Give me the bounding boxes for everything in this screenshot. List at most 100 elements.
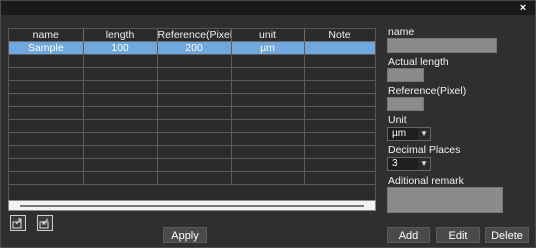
table-cell (157, 132, 232, 146)
table-cell (83, 145, 158, 159)
export-button[interactable] (10, 215, 26, 231)
table-row[interactable] (9, 80, 375, 94)
table-cell (83, 132, 158, 146)
table-row[interactable] (9, 119, 375, 133)
name-input[interactable] (387, 38, 497, 53)
table-cell (9, 106, 84, 120)
table-cell (231, 80, 305, 94)
table-cell (304, 145, 375, 159)
table-cell (157, 171, 232, 185)
table-cell (231, 158, 305, 172)
cell-reference: 200 (157, 41, 232, 55)
add-button[interactable]: Add (387, 227, 430, 243)
table-cell (157, 93, 232, 107)
actual-length-label: Actual length (388, 56, 449, 68)
table-cell (304, 132, 375, 146)
unit-select[interactable]: µm ▼ (387, 127, 431, 141)
table-cell (231, 93, 305, 107)
table-cell (231, 119, 305, 133)
table-cell (9, 158, 84, 172)
table-cell (304, 158, 375, 172)
cell-note (304, 41, 375, 55)
import-button[interactable] (37, 215, 53, 231)
table-cell (157, 67, 232, 81)
table-cell (231, 145, 305, 159)
chevron-down-icon[interactable]: ▼ (418, 128, 430, 140)
table-cell (231, 54, 305, 68)
table-row[interactable] (9, 106, 375, 120)
table-row[interactable] (9, 158, 375, 172)
table-cell (231, 106, 305, 120)
table-cell (83, 54, 158, 68)
additional-remark-label: Aditional remark (388, 175, 464, 187)
table-cell (9, 54, 84, 68)
table-cell (157, 80, 232, 94)
close-icon[interactable]: × (517, 1, 529, 15)
table-cell (304, 119, 375, 133)
edit-button[interactable]: Edit (436, 227, 480, 243)
table-cell (231, 171, 305, 185)
table-cell (9, 145, 84, 159)
table-cell (83, 80, 158, 94)
reference-pixel-input[interactable] (387, 97, 424, 111)
table-row[interactable] (9, 67, 375, 81)
table-cell (9, 132, 84, 146)
column-header-reference[interactable]: Reference(Pixel) (157, 29, 232, 42)
table-row[interactable] (9, 171, 375, 185)
delete-button[interactable]: Delete (485, 227, 529, 243)
chevron-down-icon[interactable]: ▼ (418, 158, 430, 170)
table-row[interactable] (9, 145, 375, 159)
table-cell (304, 80, 375, 94)
table-cell (231, 67, 305, 81)
table-row[interactable] (9, 93, 375, 107)
table-cell (83, 67, 158, 81)
table-cell (304, 106, 375, 120)
table-cell (83, 171, 158, 185)
table-cell (9, 171, 84, 185)
table-row[interactable]: Sample 100 200 µm (9, 41, 375, 55)
table-cell (157, 158, 232, 172)
table-cell (83, 158, 158, 172)
table-cell (304, 54, 375, 68)
table-cell (157, 106, 232, 120)
calibration-table[interactable]: name length Reference(Pixel) unit Note S… (8, 28, 376, 202)
table-cell (304, 67, 375, 81)
column-header-name[interactable]: name (9, 29, 84, 42)
cell-unit: µm (231, 41, 305, 55)
table-cell (157, 54, 232, 68)
table-row[interactable] (9, 132, 375, 146)
scrollbar-thumb[interactable] (20, 205, 364, 207)
table-header-row: name length Reference(Pixel) unit Note (9, 29, 375, 42)
table-cell (9, 93, 84, 107)
table-cell (9, 67, 84, 81)
table-cell (9, 80, 84, 94)
actual-length-input[interactable] (387, 68, 424, 82)
table-cell (157, 145, 232, 159)
column-header-note[interactable]: Note (304, 29, 375, 42)
table-cell (83, 93, 158, 107)
unit-label: Unit (388, 114, 407, 126)
calibration-window: × name length Reference(Pixel) unit Note… (0, 0, 536, 248)
decimal-places-value: 3 (392, 158, 398, 169)
column-header-length[interactable]: length (83, 29, 158, 42)
table-cell (304, 171, 375, 185)
table-cell (9, 119, 84, 133)
reference-pixel-label: Reference(Pixel) (388, 85, 467, 97)
name-label: name (388, 26, 415, 38)
cell-name: Sample (9, 41, 84, 55)
table-cell (157, 119, 232, 133)
apply-button[interactable]: Apply (163, 227, 207, 243)
table-cell (304, 93, 375, 107)
column-header-unit[interactable]: unit (231, 29, 305, 42)
table-cell (83, 106, 158, 120)
horizontal-scrollbar[interactable] (8, 200, 376, 211)
cell-length: 100 (83, 41, 158, 55)
table-row[interactable] (9, 54, 375, 68)
title-bar: × (1, 1, 535, 15)
decimal-places-select[interactable]: 3 ▼ (387, 157, 431, 171)
table-cell (83, 119, 158, 133)
decimal-places-label: Decimal Places (388, 144, 461, 156)
table-cell (231, 132, 305, 146)
additional-remark-input[interactable] (387, 187, 503, 213)
unit-select-value: µm (392, 128, 407, 139)
